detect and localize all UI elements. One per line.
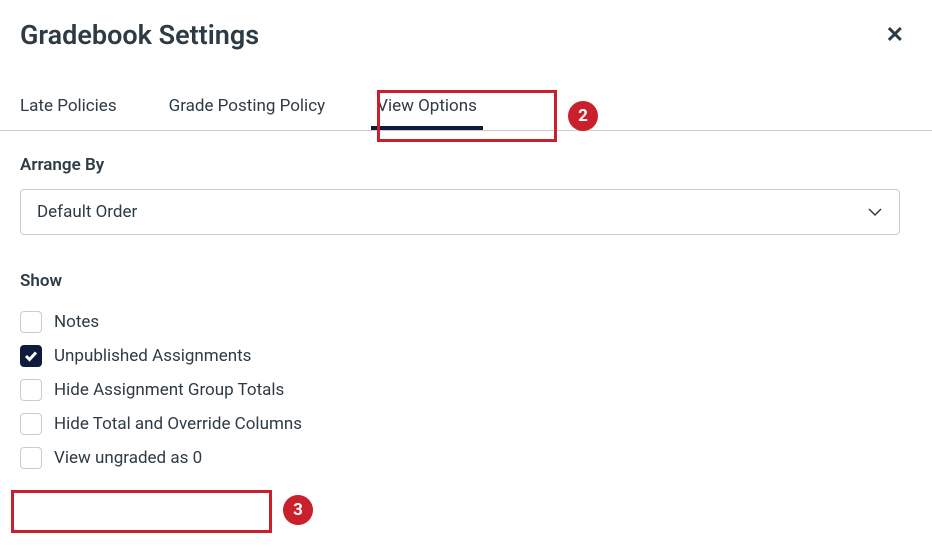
close-button[interactable]: ✕ — [878, 18, 912, 52]
checkbox-hide-total-override[interactable] — [20, 413, 42, 435]
annotation-circle-3: 3 — [283, 495, 313, 525]
close-icon: ✕ — [886, 22, 904, 47]
page-title: Gradebook Settings — [20, 19, 259, 51]
checkbox-notes[interactable] — [20, 311, 42, 333]
tabs-container: Late Policies Grade Posting Policy View … — [14, 88, 932, 130]
tab-late-policies[interactable]: Late Policies — [14, 88, 123, 130]
checkbox-hide-group-totals[interactable] — [20, 379, 42, 401]
checkbox-label-hide-group-totals: Hide Assignment Group Totals — [54, 380, 284, 400]
checkbox-row-hide-group-totals[interactable]: Hide Assignment Group Totals — [20, 373, 912, 407]
checkmark-icon — [24, 349, 38, 363]
checkbox-label-notes: Notes — [54, 312, 99, 332]
checkbox-row-hide-total-override[interactable]: Hide Total and Override Columns — [20, 407, 912, 441]
checkbox-label-ungraded-zero: View ungraded as 0 — [54, 448, 202, 468]
chevron-down-icon — [867, 204, 883, 220]
show-section: Show Notes Unpublished Assignments Hide … — [20, 271, 912, 475]
arrange-by-selected-value: Default Order — [37, 202, 137, 222]
checkbox-row-ungraded-zero[interactable]: View ungraded as 0 — [20, 441, 912, 475]
checkbox-row-notes[interactable]: Notes — [20, 305, 912, 339]
show-label: Show — [20, 271, 912, 291]
checkbox-row-unpublished[interactable]: Unpublished Assignments — [20, 339, 912, 373]
checkbox-ungraded-zero[interactable] — [20, 447, 42, 469]
arrange-by-select[interactable]: Default Order — [20, 189, 900, 235]
tab-grade-posting-policy[interactable]: Grade Posting Policy — [163, 88, 332, 130]
arrange-by-label: Arrange By — [20, 155, 912, 175]
tab-view-options[interactable]: View Options — [371, 88, 483, 130]
arrange-by-section: Arrange By Default Order — [20, 155, 912, 235]
checkbox-label-hide-total-override: Hide Total and Override Columns — [54, 414, 302, 434]
checkbox-unpublished[interactable] — [20, 345, 42, 367]
checkbox-label-unpublished: Unpublished Assignments — [54, 346, 251, 366]
